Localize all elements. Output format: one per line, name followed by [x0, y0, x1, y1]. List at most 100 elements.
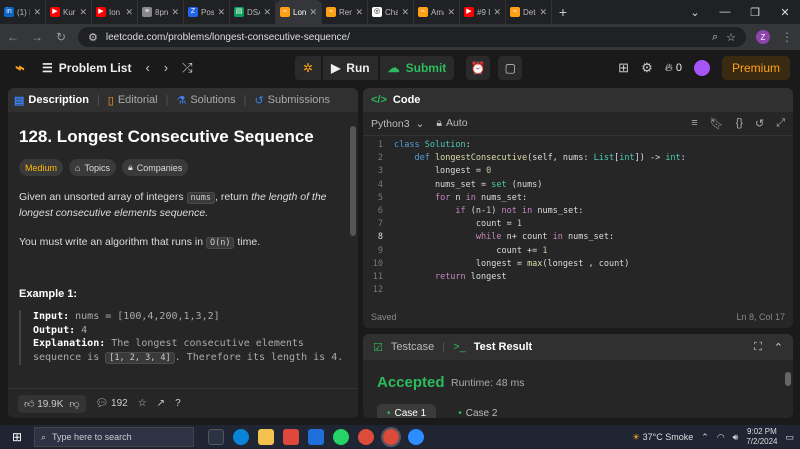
code-text[interactable]: if (n-1) not in nums_set:: [393, 206, 583, 219]
tab-close-icon[interactable]: ✕: [355, 7, 363, 18]
timer-button[interactable]: ⏰: [466, 56, 491, 80]
share-icon[interactable]: ↗: [157, 398, 165, 409]
tab-close-icon[interactable]: ✕: [217, 7, 225, 18]
maximize-icon[interactable]: ⛶: [754, 341, 762, 354]
tab-close-icon[interactable]: ✕: [401, 7, 409, 18]
tab-close-icon[interactable]: ✕: [493, 7, 501, 18]
code-line[interactable]: 3 longest = 0: [363, 166, 793, 179]
tab-close-icon[interactable]: ✕: [79, 7, 87, 18]
store-icon[interactable]: [283, 429, 299, 445]
result-scrollbar[interactable]: [785, 364, 791, 414]
minimize-button[interactable]: —: [710, 6, 740, 18]
submit-button[interactable]: ☁ Submit: [379, 56, 455, 80]
tab-description[interactable]: ▤ Description: [14, 94, 89, 107]
site-info-icon[interactable]: ⚙: [88, 31, 98, 44]
comments-button[interactable]: 💬︎ 192: [96, 398, 128, 409]
problem-list-button[interactable]: ☰ Problem List: [42, 61, 131, 75]
code-text[interactable]: while n+ count in nums_set:: [393, 232, 614, 245]
restore-button[interactable]: ❐: [740, 6, 770, 19]
code-text[interactable]: longest = max(longest , count): [393, 259, 630, 272]
clock[interactable]: 9:02 PM 7/2/2024: [746, 427, 777, 447]
code-text[interactable]: [393, 285, 394, 298]
code-line[interactable]: 10 longest = max(longest , count): [363, 259, 793, 272]
chrome-active-icon[interactable]: [381, 427, 401, 447]
weather-widget[interactable]: ☀ 37°C Smoke: [632, 432, 693, 443]
browser-tab[interactable]: ⌁ Ren ✕: [322, 0, 368, 24]
browser-tab[interactable]: ▶ Kur ✕: [46, 0, 92, 24]
companies-button[interactable]: 🔒︎ Companies: [121, 159, 189, 176]
code-line[interactable]: 11 return longest: [363, 272, 793, 285]
code-text[interactable]: nums_set = set (nums): [393, 180, 542, 193]
code-line[interactable]: 7 count = 1: [363, 219, 793, 232]
browser-tab[interactable]: ▶ Ion ✕: [92, 0, 138, 24]
url-bar[interactable]: ⚙ leetcode.com/problems/longest-consecut…: [78, 27, 746, 47]
tab-close-icon[interactable]: ✕: [309, 7, 317, 18]
edge-icon[interactable]: [233, 429, 249, 445]
tab-close-icon[interactable]: ✕: [539, 7, 547, 18]
reload-button[interactable]: ↻: [54, 30, 68, 44]
reset-icon[interactable]: ↺: [755, 117, 764, 130]
tab-close-icon[interactable]: ✕: [447, 7, 455, 18]
back-button[interactable]: ←: [6, 30, 20, 44]
scroll-thumb[interactable]: [785, 372, 791, 386]
debug-button[interactable]: ✲: [295, 56, 322, 80]
windows-start-icon[interactable]: ⊞: [6, 430, 28, 444]
browser-tab[interactable]: ◎ Cha ✕: [368, 0, 414, 24]
code-line[interactable]: 9 count += 1: [363, 246, 793, 259]
code-line[interactable]: 12: [363, 285, 793, 298]
thumbs-down-icon[interactable]: 👎︎: [69, 398, 79, 410]
browser-tab[interactable]: ▤DSA✕: [230, 0, 276, 24]
chrome-icon[interactable]: [358, 429, 374, 445]
browser-tab[interactable]: ≡ 8pn ✕: [138, 0, 184, 24]
code-line[interactable]: 8 while n+ count in nums_set:: [363, 232, 793, 245]
code-line[interactable]: 6 if (n-1) not in nums_set:: [363, 206, 793, 219]
code-text[interactable]: count += 1: [393, 246, 547, 259]
tab-close-icon[interactable]: ✕: [171, 7, 179, 18]
code-text[interactable]: return longest: [393, 272, 507, 285]
mail-icon[interactable]: [308, 429, 324, 445]
wifi-icon[interactable]: ◠: [717, 432, 725, 443]
browser-tab[interactable]: ▶ #9 I ✕: [460, 0, 506, 24]
streak-counter[interactable]: 🔥︎ 0: [665, 62, 682, 75]
autocomplete-toggle[interactable]: 🔒︎ Auto: [436, 117, 467, 130]
description-scrollbar[interactable]: [350, 114, 356, 384]
favorite-star-icon[interactable]: ☆: [138, 398, 147, 409]
prev-problem-icon[interactable]: ‹: [145, 60, 149, 76]
language-select[interactable]: Python3 ⌄: [371, 118, 424, 130]
browser-tab[interactable]: ⌁ Lon ✕: [276, 0, 322, 24]
taskbar-search-box[interactable]: ⌕ Type here to search: [34, 427, 194, 447]
code-line[interactable]: 1 class Solution:: [363, 140, 793, 153]
fullscreen-icon[interactable]: ⤢: [776, 117, 785, 130]
user-avatar[interactable]: [693, 60, 710, 76]
zoom-app-icon[interactable]: [408, 429, 424, 445]
tab-close-icon[interactable]: ✕: [33, 7, 41, 18]
zoom-icon[interactable]: ⌕: [712, 31, 718, 44]
browser-tab[interactable]: ⌁Ama✕: [414, 0, 460, 24]
tray-chevron-icon[interactable]: ⌃: [701, 432, 709, 443]
like-button[interactable]: 👍︎ 19.9K: [24, 398, 63, 410]
code-text[interactable]: count = 1: [393, 219, 522, 232]
shuffle-icon[interactable]: ⤮: [182, 60, 192, 76]
topics-button[interactable]: ⌂ Topics: [69, 159, 116, 176]
code-line[interactable]: 5 for n in nums_set:: [363, 193, 793, 206]
settings-gear-icon[interactable]: ⚙: [641, 60, 653, 76]
browser-menu-icon[interactable]: ⋮: [780, 30, 794, 44]
browser-tab[interactable]: Z Pos ✕: [184, 0, 230, 24]
browser-tab[interactable]: in (1) I ✕: [0, 0, 46, 24]
task-view-icon[interactable]: [208, 429, 224, 445]
collapse-chevron-icon[interactable]: ⌃: [774, 341, 783, 354]
leetcode-logo-icon[interactable]: ⌁: [10, 58, 30, 78]
tab-test-result[interactable]: Test Result: [474, 341, 532, 353]
braces-icon[interactable]: {}: [736, 117, 743, 130]
case-tab-1[interactable]: • Case 1: [377, 404, 437, 418]
tab-close-icon[interactable]: ✕: [263, 7, 271, 18]
notes-button[interactable]: ▢: [498, 56, 523, 80]
new-tab-button[interactable]: +: [552, 4, 574, 20]
notification-icon[interactable]: ▭: [785, 432, 794, 443]
file-explorer-icon[interactable]: [258, 429, 274, 445]
code-line[interactable]: 2 def longestConsecutive(self, nums: Lis…: [363, 153, 793, 166]
tab-solutions[interactable]: ⚗ Solutions: [176, 94, 235, 107]
code-text[interactable]: class Solution:: [393, 140, 471, 153]
tab-search-icon[interactable]: ⌄: [680, 6, 710, 19]
speaker-icon[interactable]: 🔊︎: [733, 432, 739, 443]
